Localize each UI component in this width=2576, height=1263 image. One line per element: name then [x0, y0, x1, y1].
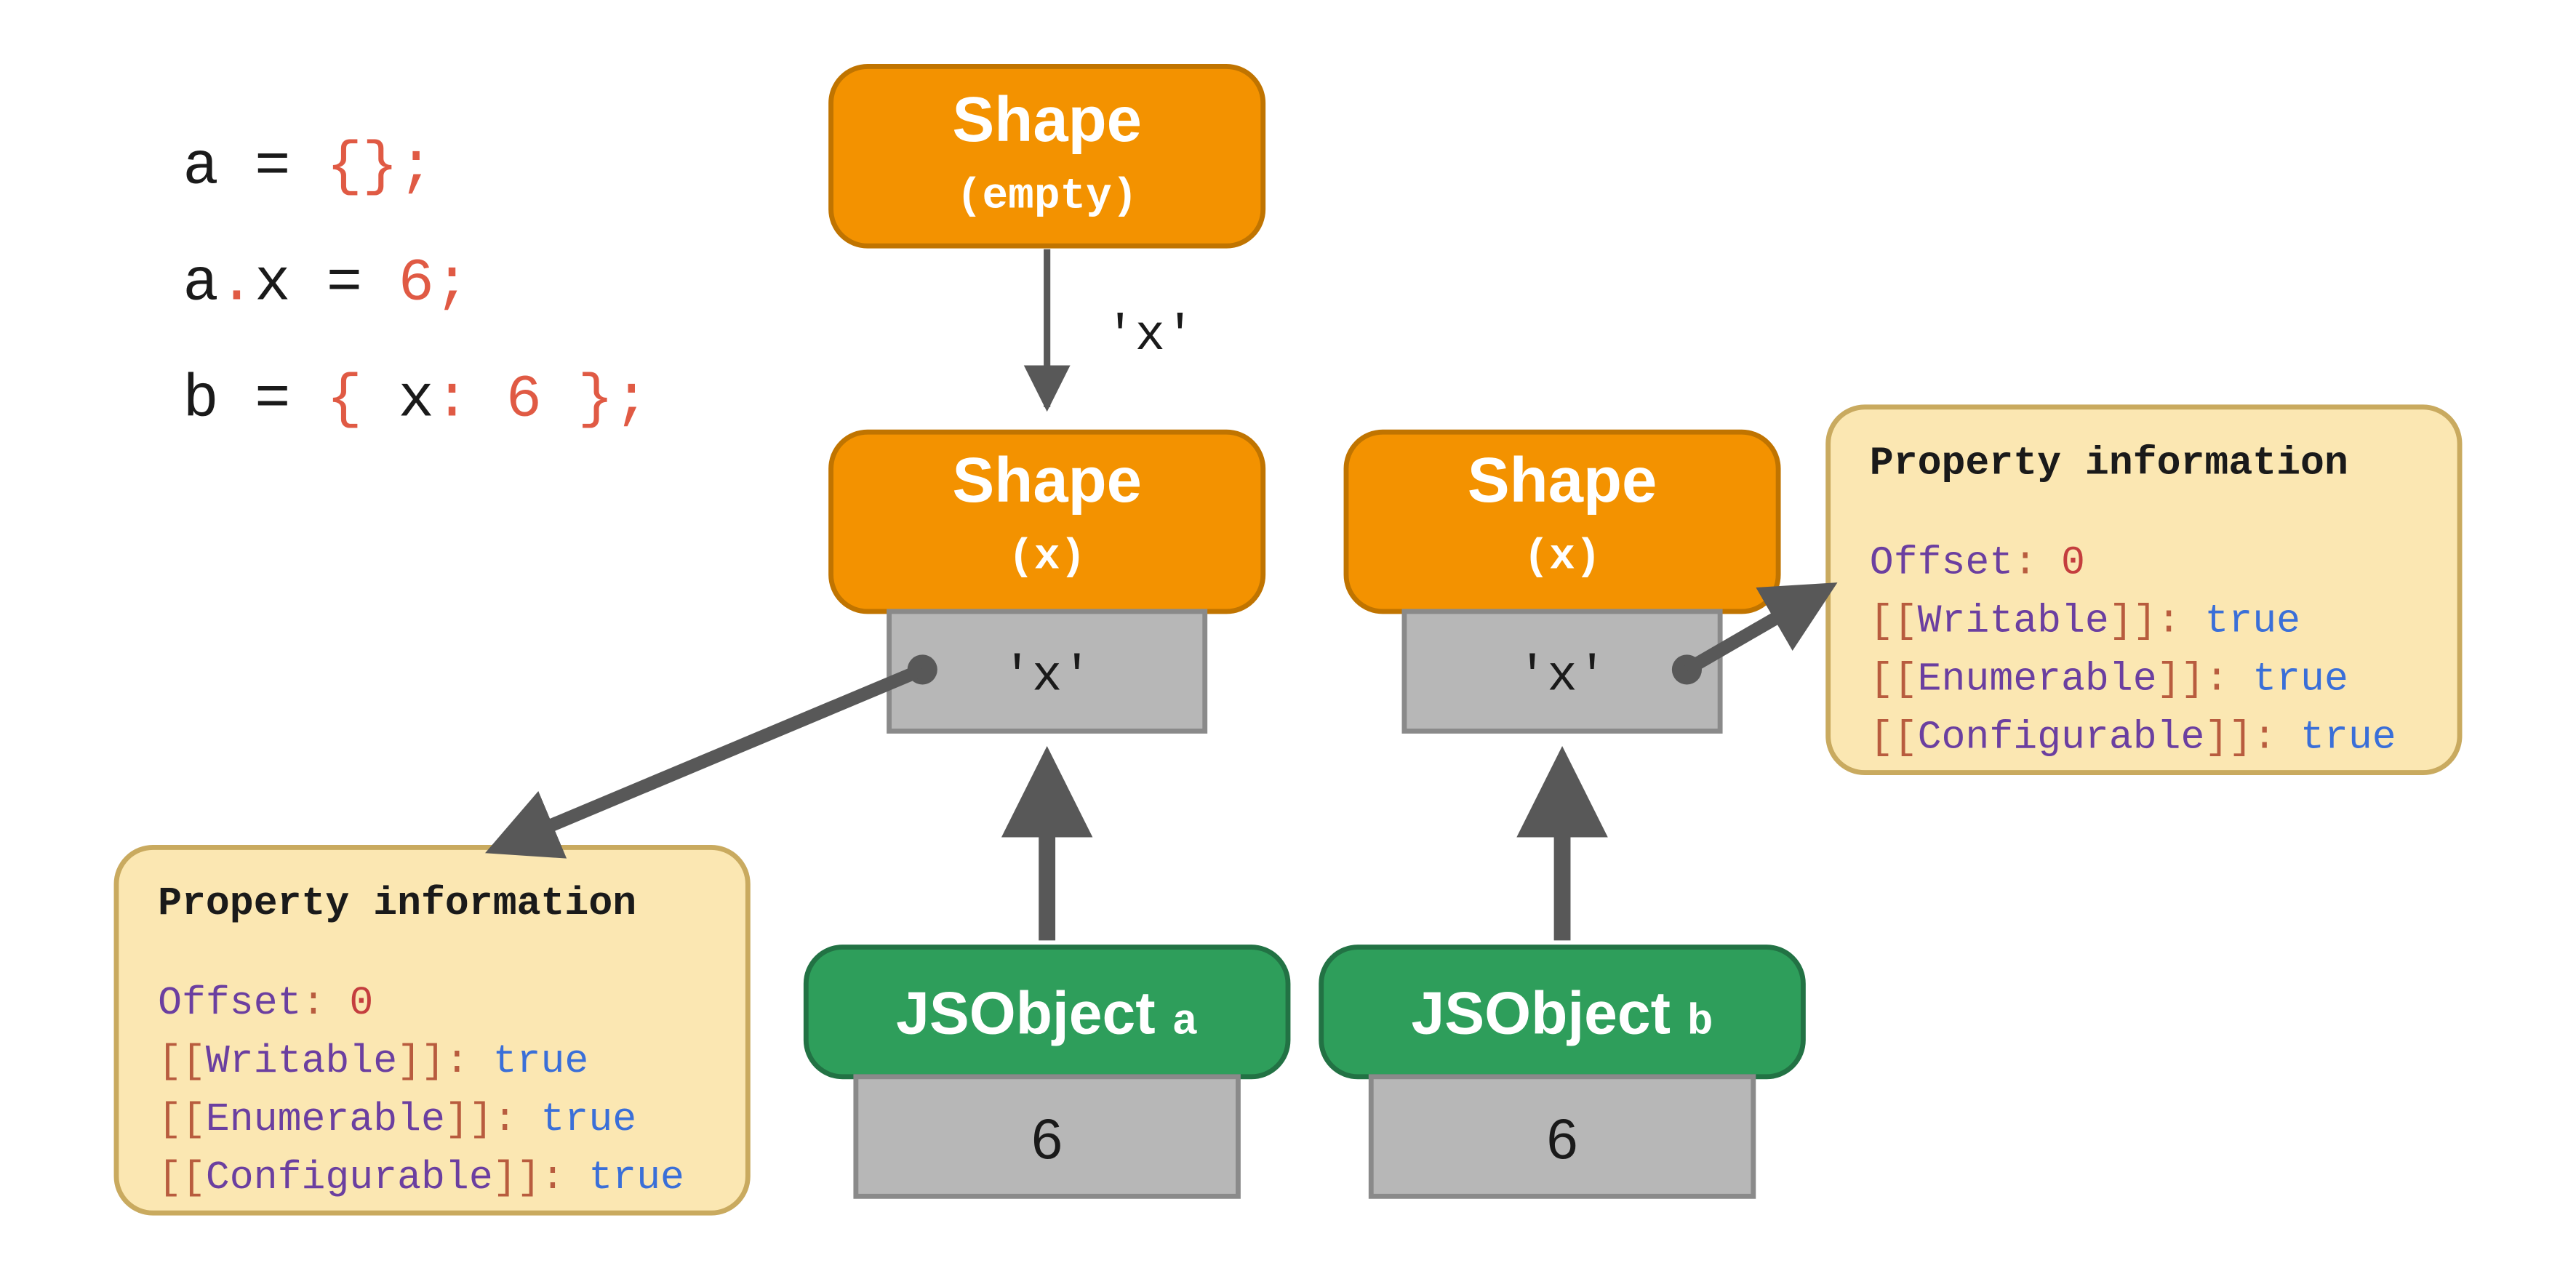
- svg-text:JSObject a: JSObject a: [896, 980, 1198, 1046]
- jsobject-b-node: JSObject b 6: [1321, 947, 1804, 1197]
- shape-empty-node: Shape (empty): [831, 66, 1263, 246]
- svg-text:[[Configurable]]: true: [[Configurable]]: true: [158, 1155, 684, 1200]
- svg-text:b = { x: 6 };: b = { x: 6 };: [183, 366, 649, 433]
- shape-b-node: Shape (x) 'x': [1346, 432, 1778, 731]
- jsobject-b-name: b: [1687, 998, 1713, 1046]
- code-var: a: [183, 133, 218, 201]
- svg-text:[[Writable]]: true: [[Writable]]: true: [158, 1039, 588, 1084]
- svg-text:JSObject b: JSObject b: [1412, 980, 1713, 1046]
- shape-empty-subtitle: (empty): [956, 172, 1138, 221]
- svg-text:Offset: 0: Offset: 0: [1870, 540, 2085, 585]
- jsobject-b-title: JSObject: [1412, 980, 1671, 1046]
- shape-empty-title: Shape: [952, 84, 1142, 155]
- jsobject-a-node: JSObject a 6: [806, 947, 1288, 1197]
- svg-text:[[Configurable]]: true: [[Configurable]]: true: [1870, 715, 2396, 760]
- propinfo-title: Property information: [1870, 441, 2348, 486]
- code-block: a = {}; a.x = 6; b = { x: 6 };: [183, 133, 649, 433]
- property-info-left: Property information Offset: 0 [[Writabl…: [116, 847, 748, 1213]
- shape-a-subtitle: (x): [1008, 533, 1086, 582]
- shape-b-title: Shape: [1468, 445, 1657, 516]
- propinfo-arrow-left: [499, 670, 923, 848]
- jsobject-a-title: JSObject: [896, 980, 1156, 1046]
- jsobject-b-value: 6: [1546, 1108, 1577, 1171]
- property-info-right: Property information Offset: 0 [[Writabl…: [1828, 407, 2460, 773]
- shape-b-subtitle: (x): [1524, 533, 1601, 582]
- transition-label: 'x': [1105, 308, 1195, 364]
- svg-text:Offset: 0: Offset: 0: [158, 981, 373, 1026]
- svg-text:[[Writable]]: true: [[Writable]]: true: [1870, 598, 2300, 643]
- shape-b-prop: 'x': [1517, 648, 1607, 705]
- propinfo-title: Property information: [158, 881, 636, 926]
- svg-text:[[Enumerable]]: true: [[Enumerable]]: true: [158, 1097, 636, 1142]
- shape-a-title: Shape: [952, 445, 1142, 516]
- svg-text:a = {};: a = {};: [183, 133, 434, 201]
- svg-text:[[Enumerable]]: true: [[Enumerable]]: true: [1870, 657, 2348, 702]
- svg-text:a.x = 6;: a.x = 6;: [183, 249, 470, 317]
- jsobject-a-value: 6: [1031, 1108, 1063, 1171]
- shape-a-prop: 'x': [1002, 648, 1092, 705]
- jsobject-a-name: a: [1172, 998, 1199, 1046]
- shape-transition-diagram: a = {}; a.x = 6; b = { x: 6 }; Shape (em…: [0, 0, 2576, 1263]
